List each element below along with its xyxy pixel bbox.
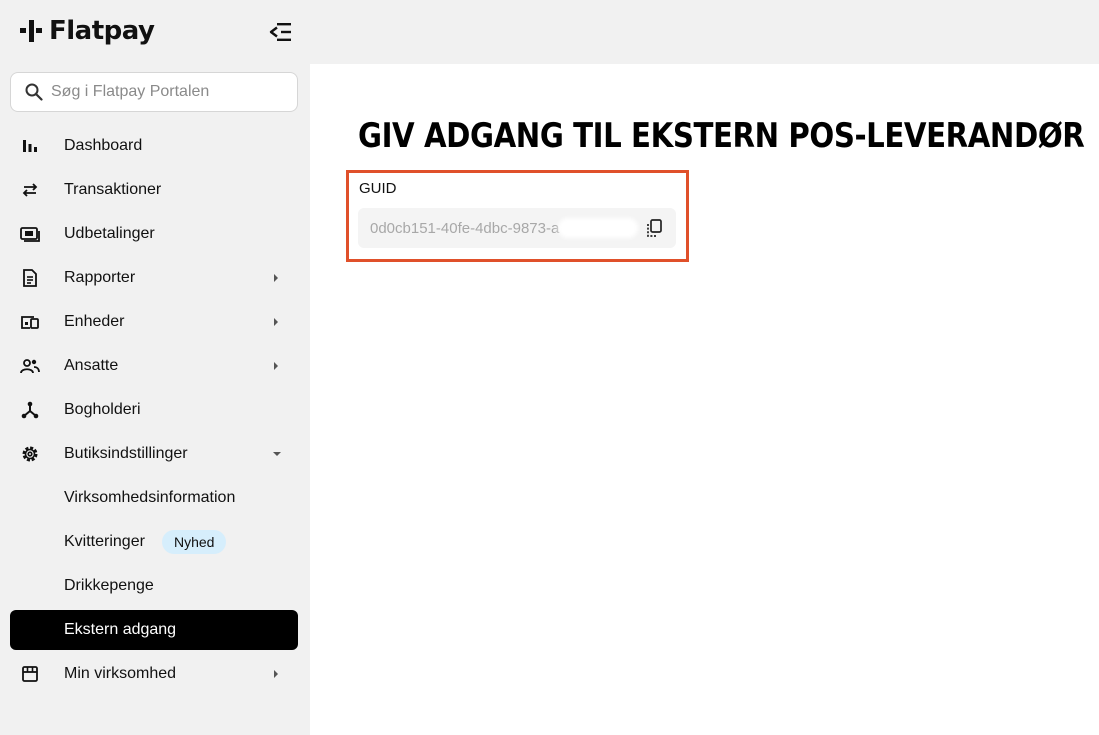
sidebar-item-udbetalinger[interactable]: Udbetalinger [10, 214, 298, 254]
sidebar-subitem-ekstern-adgang[interactable]: Ekstern adgang [10, 610, 298, 650]
copy-icon[interactable] [644, 218, 664, 238]
sidebar-item-label: Kvitteringer [64, 533, 145, 550]
sidebar-item-label: Min virksomhed [64, 665, 177, 682]
chevron-right-icon [274, 318, 278, 326]
sidebar-item-label: Butiksindstillinger [64, 445, 188, 462]
store-icon [22, 666, 38, 682]
chevron-right-icon [274, 274, 278, 282]
sidebar-nav: Dashboard Transaktioner Udbetalinger Rap… [10, 126, 298, 698]
sidebar-item-min-virksomhed[interactable]: Min virksomhed [10, 654, 298, 694]
sidebar-item-label: Udbetalinger [64, 225, 155, 242]
bar-chart-icon [23, 140, 37, 152]
search-input[interactable] [51, 83, 281, 101]
sidebar-item-label: Drikkepenge [64, 577, 154, 594]
sidebar-item-label: Dashboard [64, 137, 143, 154]
sidebar-item-bogholderi[interactable]: Bogholderi [10, 390, 298, 430]
sidebar-item-label: Ekstern adgang [64, 621, 177, 638]
gear-icon [22, 446, 38, 462]
flatpay-logo-icon [20, 19, 42, 43]
sidebar-item-enheder[interactable]: Enheder [10, 302, 298, 342]
chevron-right-icon [274, 362, 278, 370]
chevron-right-icon [274, 670, 278, 678]
devices-icon [21, 316, 39, 329]
sidebar-item-ansatte[interactable]: Ansatte [10, 346, 298, 386]
sidebar-item-butiksindstillinger[interactable]: Butiksindstillinger [10, 434, 298, 474]
sidebar-item-label: Rapporter [64, 269, 136, 286]
people-icon [20, 359, 40, 374]
swap-arrows-icon [22, 183, 38, 197]
sidebar-subitem-drikkepenge[interactable]: Drikkepenge [10, 566, 298, 606]
new-badge: Nyhed [162, 530, 227, 554]
sidebar-subitem-virksomhedsinformation[interactable]: Virksomhedsinformation [10, 478, 298, 518]
sidebar-item-rapporter[interactable]: Rapporter [10, 258, 298, 298]
guid-label: GUID [359, 180, 397, 197]
search-box[interactable] [10, 72, 298, 112]
brand-name: Flatpay [49, 16, 155, 46]
sidebar-subitem-kvitteringer[interactable]: Kvitteringer Nyhed [10, 522, 298, 562]
page-title: GIV ADGANG TIL EKSTERN POS-LEVERANDØR [358, 116, 1085, 156]
sidebar-item-dashboard[interactable]: Dashboard [10, 126, 298, 166]
guid-field [358, 208, 676, 248]
document-icon [23, 269, 37, 287]
sidebar-item-label: Virksomhedsinformation [64, 489, 236, 506]
sidebar: Flatpay Dashboard [0, 0, 310, 735]
hub-icon [21, 401, 39, 419]
sidebar-item-label: Bogholderi [64, 401, 141, 418]
main-content: GIV ADGANG TIL EKSTERN POS-LEVERANDØR GU… [310, 64, 1099, 735]
search-icon [25, 83, 43, 101]
banknote-icon [20, 227, 40, 242]
sidebar-item-label: Transaktioner [64, 181, 162, 198]
collapse-sidebar-icon[interactable] [268, 20, 294, 44]
sidebar-item-label: Ansatte [64, 357, 119, 374]
sidebar-item-label: Enheder [64, 313, 125, 330]
sidebar-item-transaktioner[interactable]: Transaktioner [10, 170, 298, 210]
redacted-area [558, 218, 638, 238]
brand-logo[interactable]: Flatpay [20, 14, 155, 48]
chevron-down-icon [273, 452, 281, 456]
